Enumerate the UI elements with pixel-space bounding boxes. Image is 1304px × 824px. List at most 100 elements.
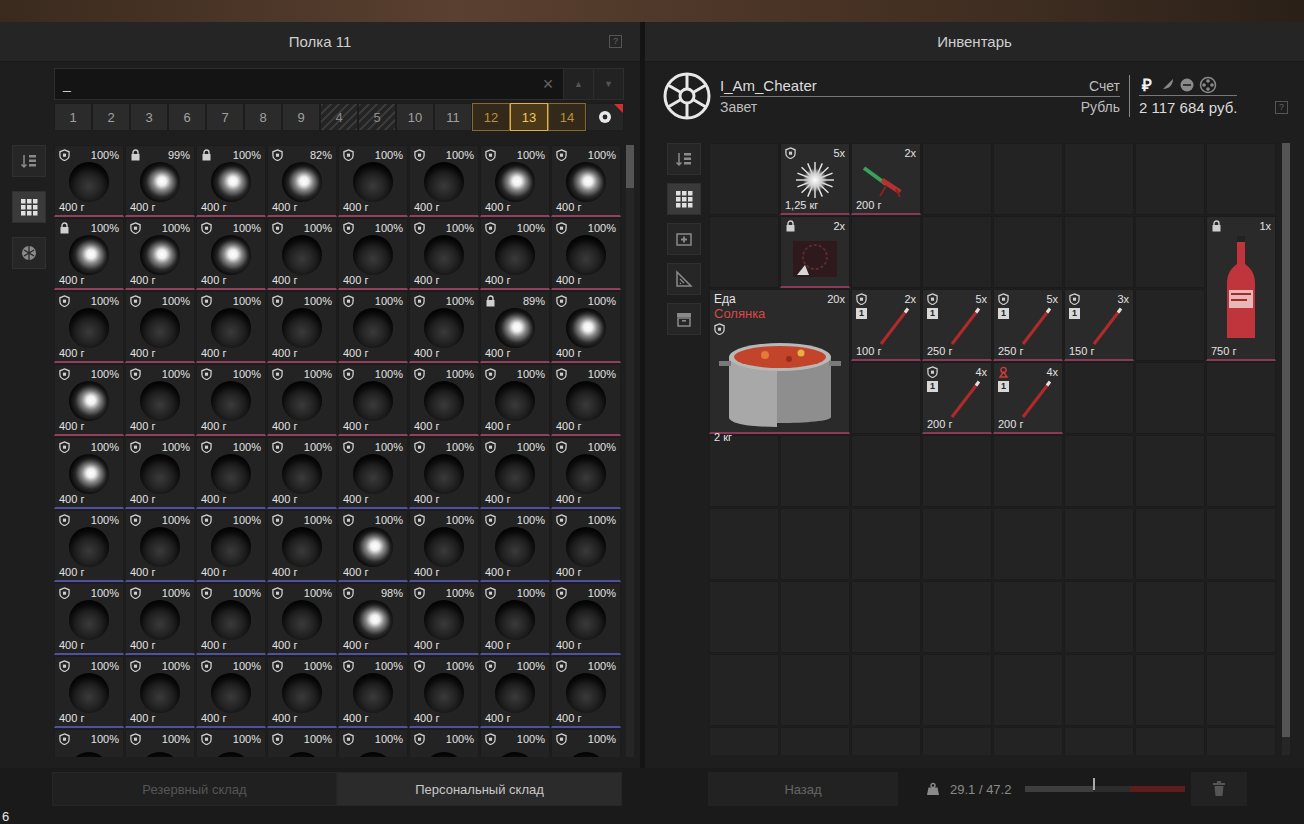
shelf-item[interactable]: 100%400 г <box>54 291 124 363</box>
shelf-tab[interactable]: 7 <box>206 103 244 131</box>
shelf-item[interactable]: 100% <box>267 729 337 757</box>
shelf-item[interactable]: 100%400 г <box>551 218 621 290</box>
shelf-item[interactable]: 100%400 г <box>54 510 124 582</box>
shelf-item[interactable]: 100%400 г <box>480 218 550 290</box>
scrollbar[interactable] <box>1282 143 1290 755</box>
inventory-item[interactable]: 2x1100 г <box>851 289 921 361</box>
empty-slot[interactable] <box>1064 362 1134 434</box>
shelf-item[interactable]: 100% <box>480 729 550 757</box>
shelf-item[interactable]: 100%400 г <box>196 145 266 217</box>
currency-button[interactable] <box>1199 76 1217 94</box>
empty-slot[interactable] <box>1135 581 1205 653</box>
shelf-tab[interactable]: 12 <box>472 103 510 131</box>
help-button[interactable]: ? <box>1275 101 1288 114</box>
clear-button[interactable]: × <box>533 69 563 99</box>
shelf-item[interactable]: 100%400 г <box>409 656 479 728</box>
shelf-item[interactable]: 100%400 г <box>480 656 550 728</box>
shelf-item[interactable]: 100%400 г <box>409 291 479 363</box>
shelf-item[interactable]: 100%400 г <box>551 145 621 217</box>
empty-slot[interactable] <box>1206 727 1276 755</box>
shelf-item[interactable]: 100%400 г <box>551 291 621 363</box>
empty-slot[interactable] <box>709 654 779 726</box>
inventory-item[interactable]: 4x1200 г <box>993 362 1063 434</box>
shelf-item[interactable]: 100%400 г <box>125 291 195 363</box>
shelf-item[interactable]: 100%400 г <box>267 437 337 509</box>
shelf-item[interactable]: 100%400 г <box>125 510 195 582</box>
empty-slot[interactable] <box>993 581 1063 653</box>
shelf-item[interactable]: 100%400 г <box>338 437 408 509</box>
shelf-item[interactable]: 100%400 г <box>267 510 337 582</box>
empty-slot[interactable] <box>993 654 1063 726</box>
shelf-item[interactable]: 100%400 г <box>409 145 479 217</box>
tool-button[interactable] <box>667 223 701 255</box>
shelf-tab[interactable]: 6 <box>168 103 206 131</box>
empty-slot[interactable] <box>851 581 921 653</box>
tool-button[interactable] <box>667 263 701 295</box>
empty-slot[interactable] <box>1135 727 1205 755</box>
shelf-item[interactable]: 100% <box>409 729 479 757</box>
shelf-item[interactable]: 100%400 г <box>480 145 550 217</box>
empty-slot[interactable] <box>1135 216 1205 288</box>
empty-slot[interactable] <box>851 216 921 288</box>
shelf-item[interactable]: 100%400 г <box>409 364 479 436</box>
shelf-item[interactable]: 100% <box>125 729 195 757</box>
shelf-item[interactable]: 100% <box>338 729 408 757</box>
empty-slot[interactable] <box>851 654 921 726</box>
shelf-item[interactable]: 100%400 г <box>125 218 195 290</box>
shelf-item[interactable]: 100%400 г <box>54 437 124 509</box>
empty-slot[interactable] <box>1206 143 1276 215</box>
back-button[interactable]: Назад <box>708 772 898 806</box>
shelf-tab[interactable]: 1 <box>54 103 92 131</box>
shelf-item[interactable]: 100%400 г <box>196 583 266 655</box>
shelf-item[interactable]: 100%400 г <box>338 364 408 436</box>
empty-slot[interactable] <box>922 581 992 653</box>
empty-slot[interactable] <box>993 216 1063 288</box>
shelf-item[interactable]: 100%400 г <box>267 291 337 363</box>
currency-button[interactable]: ₽ <box>1139 76 1155 94</box>
shelf-item[interactable]: 100%400 г <box>409 218 479 290</box>
empty-slot[interactable] <box>1135 289 1205 361</box>
shelf-item[interactable]: 100% <box>551 729 621 757</box>
empty-slot[interactable] <box>1135 143 1205 215</box>
shelf-item[interactable]: 100%400 г <box>267 656 337 728</box>
inventory-item[interactable]: 3x1150 г <box>1064 289 1134 361</box>
shelf-item[interactable]: 100%400 г <box>409 583 479 655</box>
tool-button[interactable] <box>667 303 701 335</box>
shelf-tab[interactable]: 14 <box>548 103 586 131</box>
inventory-item[interactable]: 4x1200 г <box>922 362 992 434</box>
search-field[interactable]: _×▲▼ <box>54 68 624 100</box>
empty-slot[interactable] <box>993 143 1063 215</box>
shelf-item[interactable]: 100%400 г <box>409 437 479 509</box>
empty-slot[interactable] <box>993 435 1063 507</box>
empty-slot[interactable] <box>851 435 921 507</box>
shelf-item[interactable]: 99%400 г <box>125 145 195 217</box>
empty-slot[interactable] <box>1135 362 1205 434</box>
tool-button[interactable] <box>12 191 46 223</box>
shelf-item[interactable]: 100%400 г <box>54 583 124 655</box>
shelf-tab[interactable]: 10 <box>396 103 434 131</box>
shelf-item[interactable]: 100%400 г <box>125 364 195 436</box>
empty-slot[interactable] <box>1064 435 1134 507</box>
empty-slot[interactable] <box>922 216 992 288</box>
empty-slot[interactable] <box>780 508 850 580</box>
currency-button[interactable] <box>1159 76 1175 94</box>
empty-slot[interactable] <box>1206 435 1276 507</box>
shelf-tab[interactable]: 3 <box>130 103 168 131</box>
shelf-tab[interactable] <box>586 103 624 131</box>
shelf-tab[interactable]: 4 <box>320 103 358 131</box>
empty-slot[interactable] <box>922 435 992 507</box>
shelf-item[interactable]: 100%400 г <box>196 656 266 728</box>
shelf-tab[interactable]: 11 <box>434 103 472 131</box>
empty-slot[interactable] <box>1064 143 1134 215</box>
shelf-tab[interactable]: 8 <box>244 103 282 131</box>
empty-slot[interactable] <box>922 143 992 215</box>
shelf-item[interactable]: 100%400 г <box>551 364 621 436</box>
shelf-item[interactable]: 100%400 г <box>54 145 124 217</box>
trash-button[interactable] <box>1191 772 1247 806</box>
shelf-item[interactable]: 100%400 г <box>480 364 550 436</box>
empty-slot[interactable] <box>993 508 1063 580</box>
shelf-item[interactable]: 100%400 г <box>338 656 408 728</box>
empty-slot[interactable] <box>1064 654 1134 726</box>
shelf-item[interactable]: 100%400 г <box>196 437 266 509</box>
inventory-item[interactable]: 2x200 г <box>851 143 921 215</box>
